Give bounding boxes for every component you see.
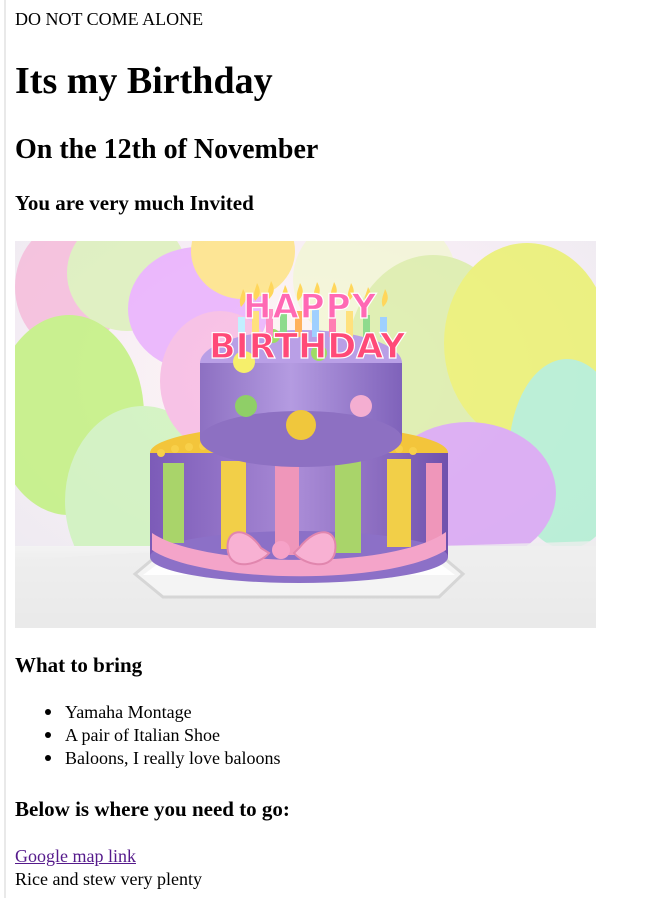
what-to-bring-heading: What to bring [15, 653, 143, 677]
birthday-cake-illustration: HAPPY BIRTHDAY [15, 241, 596, 628]
birthday-text: BIRTHDAY [209, 327, 406, 367]
date-heading: On the 12th of November [15, 134, 319, 165]
happy-text: HAPPY [243, 287, 377, 327]
top-note: DO NOT COME ALONE [15, 9, 204, 29]
bullet-icon [45, 732, 51, 738]
list-item-text: A pair of Italian Shoe [65, 725, 220, 745]
page-title: Its my Birthday [15, 60, 273, 102]
bring-list: Yamaha Montage A pair of Italian Shoe Ba… [45, 701, 565, 770]
list-item-text: Baloons, I really love baloons [65, 748, 281, 768]
list-item-text: Yamaha Montage [65, 702, 192, 722]
list-item: Yamaha Montage [45, 701, 565, 724]
list-item: Baloons, I really love baloons [45, 747, 565, 770]
list-item: A pair of Italian Shoe [45, 724, 565, 747]
birthday-cake-image: HAPPY BIRTHDAY [15, 241, 596, 628]
invite-heading: You are very much Invited [15, 191, 254, 215]
location-heading: Below is where you need to go: [15, 797, 290, 821]
bullet-icon [45, 755, 51, 761]
google-map-link[interactable]: Google map link [15, 845, 136, 867]
page-left-edge [4, 0, 6, 898]
bullet-icon [45, 709, 51, 715]
food-note: Rice and stew very plenty [15, 869, 202, 889]
